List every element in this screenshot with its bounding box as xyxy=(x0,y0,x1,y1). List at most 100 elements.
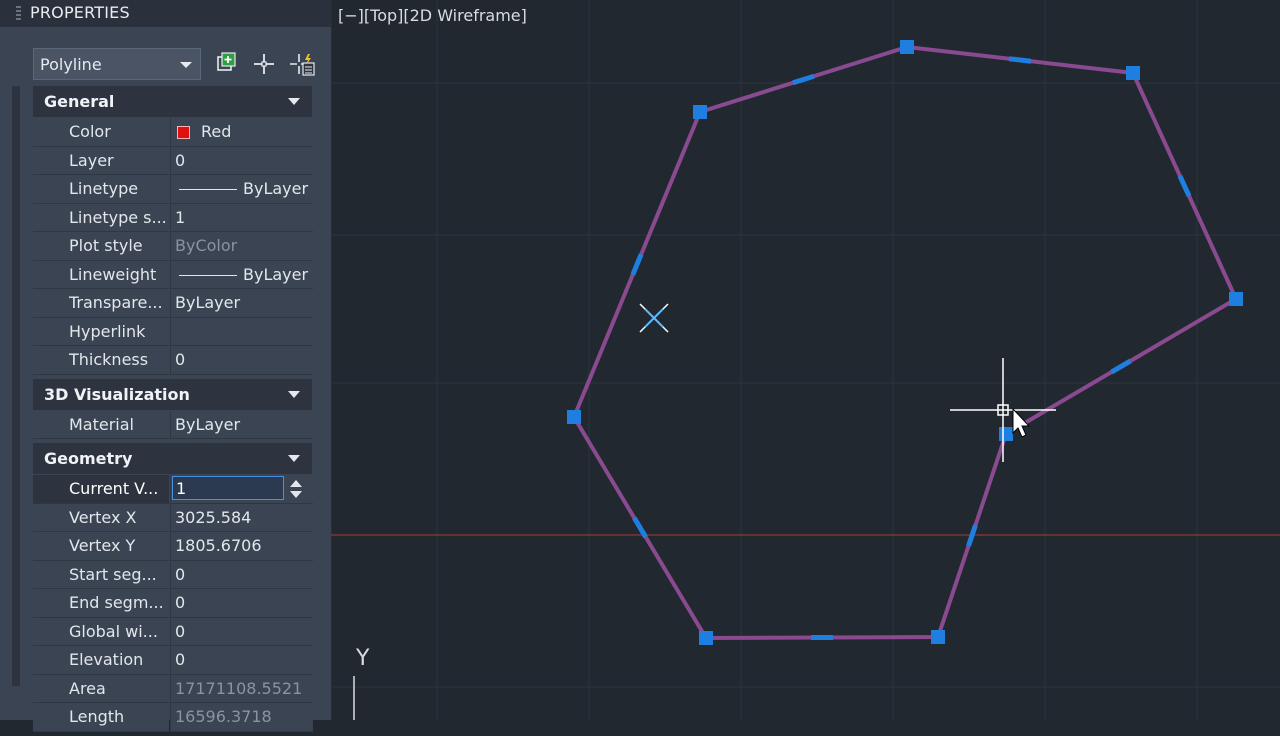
view-controls-label[interactable]: [−][Top][2D Wireframe] xyxy=(338,6,527,25)
property-name-cell: Linetype xyxy=(33,175,169,204)
property-row[interactable]: Layer0 xyxy=(33,147,312,176)
property-row[interactable]: Linetype s...1 xyxy=(33,204,312,233)
vertex-grip[interactable] xyxy=(693,105,707,119)
drawing-viewport[interactable]: [−][Top][2D Wireframe] Y xyxy=(331,0,1280,720)
property-value: 1805.6706 xyxy=(175,536,262,555)
property-value: 0 xyxy=(175,622,185,641)
property-value-cell: 17171108.5521 xyxy=(170,675,313,704)
spinner-down-icon[interactable] xyxy=(290,491,302,498)
property-row[interactable]: Vertex Y1805.6706 xyxy=(33,532,312,561)
spinner-arrows[interactable] xyxy=(289,478,303,500)
vertex-grip[interactable] xyxy=(1126,66,1140,80)
property-value-cell[interactable]: Red xyxy=(170,118,313,147)
vertex-grip[interactable] xyxy=(699,631,713,645)
property-row[interactable]: End segm...0 xyxy=(33,589,312,618)
section-gap xyxy=(33,732,312,736)
midpoint-grip[interactable] xyxy=(1180,176,1189,196)
midpoint-grip[interactable] xyxy=(633,254,641,274)
property-value-cell[interactable]: 0 xyxy=(170,561,313,590)
property-row[interactable]: Current V...1 xyxy=(33,475,312,504)
property-row[interactable]: Length 16596.3718 xyxy=(33,703,312,732)
section-header-geometry[interactable]: Geometry xyxy=(33,443,312,474)
vertex-grip[interactable] xyxy=(931,630,945,644)
section-header-3d-visualization[interactable]: 3D Visualization xyxy=(33,379,312,410)
midpoint-grip[interactable] xyxy=(1009,59,1031,62)
property-row[interactable]: Elevation 0 xyxy=(33,646,312,675)
property-value-cell[interactable]: 1 xyxy=(170,475,313,504)
quick-select-icon xyxy=(213,50,241,78)
select-objects-icon xyxy=(250,50,278,78)
vertex-grip[interactable] xyxy=(567,410,581,424)
property-value-cell[interactable]: ByLayer xyxy=(170,175,313,204)
property-name: Material xyxy=(69,415,134,434)
property-name-cell: Layer xyxy=(33,147,169,176)
grid xyxy=(331,0,1280,720)
collapse-arrow-icon[interactable] xyxy=(288,455,300,462)
property-name-cell: Linetype s... xyxy=(33,204,169,233)
property-row[interactable]: Plot styleByColor xyxy=(33,232,312,261)
midpoint-grip[interactable] xyxy=(634,518,645,537)
current-vertex-input[interactable]: 1 xyxy=(172,476,284,500)
property-name: Length xyxy=(69,707,124,726)
collapse-arrow-icon[interactable] xyxy=(288,98,300,105)
property-name-cell: Thickness xyxy=(33,346,169,375)
select-objects-button[interactable] xyxy=(250,50,278,78)
midpoint-grip[interactable] xyxy=(1112,361,1131,372)
property-row[interactable]: Area 17171108.5521 xyxy=(33,675,312,704)
selected-polyline[interactable] xyxy=(567,40,1243,645)
vertex-grip[interactable] xyxy=(900,40,914,54)
toggle-pickadd-icon xyxy=(288,50,316,78)
property-row[interactable]: Material ByLayer xyxy=(33,411,312,440)
property-value: 17171108.5521 xyxy=(175,679,302,698)
property-value: Red xyxy=(201,122,231,141)
property-row[interactable]: Vertex X3025.584 xyxy=(33,504,312,533)
hover-grip-marker[interactable] xyxy=(640,304,668,332)
property-row[interactable]: Transpare... ByLayer xyxy=(33,289,312,318)
section-title: 3D Visualization xyxy=(44,385,190,404)
property-value-cell[interactable]: ByLayer xyxy=(170,411,313,440)
property-row[interactable]: Global wi...0 xyxy=(33,618,312,647)
property-value: ByLayer xyxy=(243,265,308,284)
property-value-cell[interactable]: 0 xyxy=(170,618,313,647)
property-value-cell[interactable]: 1 xyxy=(170,204,313,233)
property-value-cell[interactable]: 0 xyxy=(170,646,313,675)
drawing-canvas[interactable] xyxy=(331,0,1280,720)
vertex-grip[interactable] xyxy=(999,427,1013,441)
property-value-cell[interactable]: 3025.584 xyxy=(170,504,313,533)
property-name: Elevation xyxy=(69,650,143,669)
property-name-cell: Area xyxy=(33,675,169,704)
property-value-cell[interactable]: ByLayer xyxy=(170,261,313,290)
spinner-up-icon[interactable] xyxy=(290,480,302,487)
midpoint-grip[interactable] xyxy=(969,525,976,546)
grip-handle-icon[interactable] xyxy=(16,6,21,21)
property-value-cell[interactable]: 0 xyxy=(170,147,313,176)
property-name: Transpare... xyxy=(69,293,163,312)
property-row[interactable]: Hyperlink xyxy=(33,318,312,347)
property-value: ByColor xyxy=(175,236,237,255)
midpoint-grip[interactable] xyxy=(793,76,814,83)
property-value-cell[interactable]: 0 xyxy=(170,589,313,618)
property-value-cell[interactable]: 1805.6706 xyxy=(170,532,313,561)
property-value-cell[interactable]: 0 xyxy=(170,346,313,375)
property-value: 16596.3718 xyxy=(175,707,272,726)
object-type-dropdown[interactable]: Polyline xyxy=(33,48,201,80)
property-value-cell[interactable] xyxy=(170,318,313,347)
polyline-path[interactable] xyxy=(574,47,1236,638)
section-header-general[interactable]: General xyxy=(33,86,312,117)
property-row[interactable]: Start seg...0 xyxy=(33,561,312,590)
palette-title-bar[interactable]: PROPERTIES xyxy=(0,0,331,27)
property-row[interactable]: LineweightByLayer xyxy=(33,261,312,290)
quick-select-button[interactable] xyxy=(213,50,241,78)
property-value: 0 xyxy=(175,350,185,369)
property-value: ByLayer xyxy=(175,415,240,434)
property-row[interactable]: Linetype ByLayer xyxy=(33,175,312,204)
property-value: ByLayer xyxy=(243,179,308,198)
toggle-pickadd-button[interactable] xyxy=(288,50,316,78)
property-value: 0 xyxy=(175,565,185,584)
property-row[interactable]: ColorRed xyxy=(33,118,312,147)
property-row[interactable]: Thickness 0 xyxy=(33,346,312,375)
property-value-cell[interactable]: ByLayer xyxy=(170,289,313,318)
collapse-arrow-icon[interactable] xyxy=(288,391,300,398)
palette-side-strip xyxy=(12,86,20,686)
vertex-grip[interactable] xyxy=(1229,292,1243,306)
